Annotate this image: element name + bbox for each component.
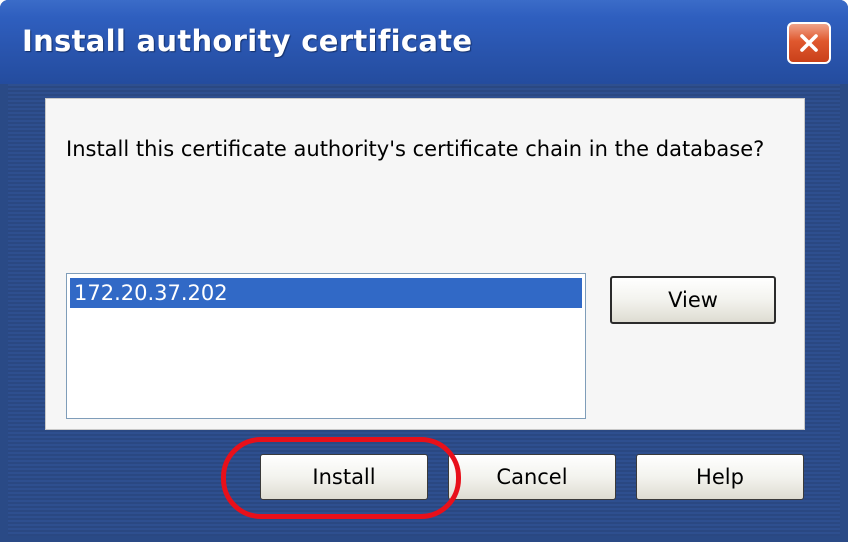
dialog-window: Install authority certificate Install th… <box>0 0 848 542</box>
close-x-icon <box>800 34 818 52</box>
content-panel: Install this certificate authority's cer… <box>45 98 805 430</box>
prompt-text: Install this certificate authority's cer… <box>66 137 765 161</box>
title-bar[interactable]: Install authority certificate <box>0 0 848 84</box>
install-highlight-ring <box>221 437 461 519</box>
dialog-body: Install this certificate authority's cer… <box>8 84 840 536</box>
help-button[interactable]: Help <box>636 454 804 500</box>
view-button[interactable]: View <box>610 276 776 324</box>
certificate-list[interactable]: 172.20.37.202 <box>66 273 586 419</box>
window-title: Install authority certificate <box>22 24 473 58</box>
close-button[interactable] <box>787 22 831 64</box>
cancel-button[interactable]: Cancel <box>448 454 616 500</box>
list-item[interactable]: 172.20.37.202 <box>70 278 582 308</box>
